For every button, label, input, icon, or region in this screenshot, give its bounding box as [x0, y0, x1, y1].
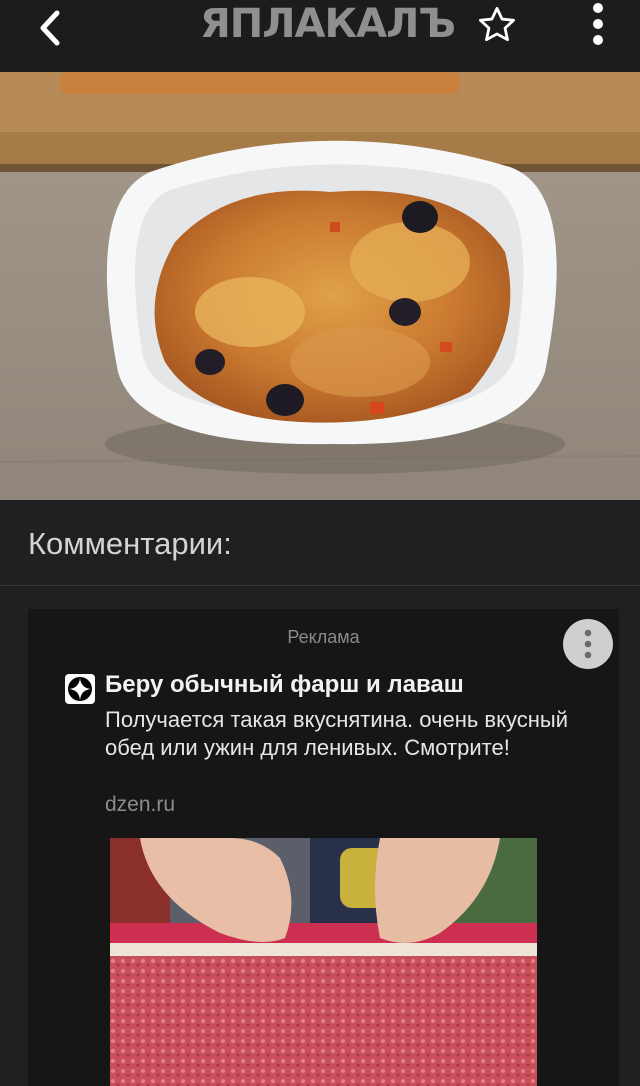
ad-more-button[interactable] — [563, 619, 613, 669]
dzen-logo-icon — [65, 674, 95, 704]
ad-domain[interactable]: dzen.ru — [105, 793, 175, 817]
back-button[interactable] — [28, 6, 72, 50]
overflow-menu-button[interactable] — [578, 0, 618, 48]
star-outline-icon — [478, 6, 516, 42]
ad-image[interactable] — [110, 838, 537, 1086]
food-photo — [0, 72, 640, 500]
post-image[interactable] — [0, 72, 640, 500]
chevron-left-icon — [40, 10, 60, 46]
ad-title[interactable]: Беру обычный фарш и лаваш — [105, 671, 464, 699]
ad-label: Реклама — [287, 627, 360, 647]
minced-meat-photo — [110, 838, 537, 1086]
favorite-button[interactable] — [474, 2, 520, 48]
top-bar: ЯПЛАКАЛЪ — [0, 0, 640, 72]
more-vertical-icon — [593, 3, 603, 45]
more-vertical-icon — [584, 629, 592, 659]
divider — [0, 585, 640, 586]
ad-card[interactable]: Реклама Беру обычный фарш и лаваш Получа… — [28, 609, 619, 1086]
site-logo[interactable]: ЯПЛАКАЛЪ — [200, 2, 456, 50]
comments-heading: Комментарии: — [28, 526, 232, 561]
ad-description: Получается такая вкуснятина. очень вкусн… — [105, 707, 568, 760]
